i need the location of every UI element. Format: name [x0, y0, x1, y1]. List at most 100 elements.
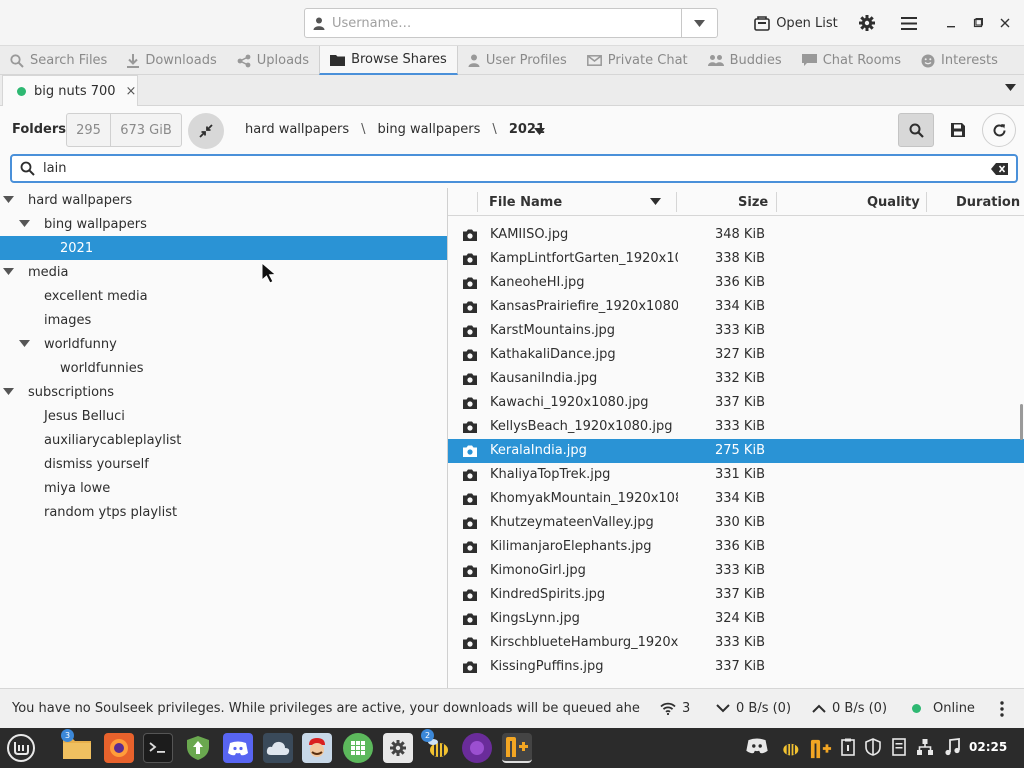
column-header-size[interactable]: Size — [738, 195, 768, 210]
username-combo[interactable] — [304, 8, 718, 38]
file-filter-field[interactable] — [10, 154, 1018, 183]
mint-menu-button[interactable] — [6, 733, 36, 763]
file-row[interactable]: KhutzeymateenValley.jpg 330 KiB — [448, 511, 1024, 535]
collapse-all-button[interactable] — [188, 113, 224, 149]
tree-folder-dismiss-yourself[interactable]: dismiss yourself — [0, 452, 447, 476]
tab-downloads[interactable]: Downloads — [117, 46, 226, 75]
close-window-button[interactable] — [994, 8, 1016, 38]
file-row[interactable]: KathakaliDance.jpg 327 KiB — [448, 343, 1024, 367]
file-row[interactable]: KissingPuffins.jpg 337 KiB — [448, 655, 1024, 679]
refresh-button[interactable] — [982, 113, 1016, 147]
shield-tray-icon[interactable] — [865, 738, 881, 756]
expander-expanded-icon[interactable] — [3, 196, 14, 203]
user-tab-big-nuts-700[interactable]: big nuts 700 × — [2, 75, 138, 106]
tab-user-profiles[interactable]: User Profiles — [458, 46, 577, 75]
file-row[interactable]: KarstMountains.jpg 333 KiB — [448, 319, 1024, 343]
tab-buddies[interactable]: Buddies — [698, 46, 792, 75]
file-list-scrollbar[interactable] — [1020, 404, 1023, 440]
open-list-button[interactable]: Open List — [748, 8, 844, 38]
tab-chat-rooms[interactable]: Chat Rooms — [792, 46, 911, 75]
tabs-menu-button[interactable] — [1005, 84, 1016, 91]
file-row[interactable]: KhomyakMountain_1920x1080.jpg 334 KiB — [448, 487, 1024, 511]
nicotine-app-button[interactable] — [502, 733, 532, 763]
minimize-button[interactable] — [940, 8, 962, 38]
connections-indicator[interactable]: 3 — [660, 701, 690, 716]
tree-folder-auxiliarycableplaylist[interactable]: auxiliarycableplaylist — [0, 428, 447, 452]
breadcrumb-item[interactable]: hard wallpapers — [245, 122, 349, 137]
username-dropdown-button[interactable] — [681, 9, 717, 37]
clear-filter-icon[interactable] — [991, 162, 1008, 175]
file-row[interactable]: KindredSpirits.jpg 337 KiB — [448, 583, 1024, 607]
expander-expanded-icon[interactable] — [19, 220, 30, 227]
file-row[interactable]: KhaliyaTopTrek.jpg 331 KiB — [448, 463, 1024, 487]
download-speed-indicator[interactable]: 0 B/s (0) — [716, 701, 791, 716]
tree-folder-images[interactable]: images — [0, 308, 447, 332]
tab-interests[interactable]: Interests — [911, 46, 1008, 75]
tree-folder-worldfunnies[interactable]: worldfunnies — [0, 356, 447, 380]
column-header-duration[interactable]: Duration — [956, 195, 1020, 210]
sort-descending-icon[interactable] — [650, 198, 661, 205]
toggle-search-button[interactable] — [898, 113, 934, 147]
tree-folder-bing-wallpapers[interactable]: bing wallpapers — [0, 212, 447, 236]
discord-tray-icon[interactable] — [746, 738, 768, 754]
username-field[interactable] — [305, 9, 681, 37]
online-status-indicator[interactable]: Online — [912, 701, 975, 716]
breadcrumb-item[interactable]: bing wallpapers — [378, 122, 481, 137]
game-app-button[interactable] — [302, 733, 332, 763]
file-row-selected[interactable]: KeralaIndia.jpg 275 KiB — [448, 439, 1024, 463]
expander-expanded-icon[interactable] — [19, 340, 30, 347]
file-row[interactable]: Kawachi_1920x1080.jpg 337 KiB — [448, 391, 1024, 415]
purple-app-button[interactable] — [462, 733, 492, 763]
file-row[interactable]: KampLintfortGarten_1920x1080.jpg 338 KiB — [448, 247, 1024, 271]
music-tray-icon[interactable] — [944, 738, 960, 756]
main-menu-button[interactable] — [894, 8, 924, 38]
tree-folder-random-ytps-playlist[interactable]: random ytps playlist — [0, 500, 447, 524]
file-row[interactable]: KAMIISO.jpg 348 KiB — [448, 223, 1024, 247]
tab-browse-shares[interactable]: Browse Shares — [319, 46, 458, 75]
upload-speed-indicator[interactable]: 0 B/s (0) — [812, 701, 887, 716]
tree-folder-hard-wallpapers[interactable]: hard wallpapers — [0, 188, 447, 212]
tree-folder-miya-lowe[interactable]: miya lowe — [0, 476, 447, 500]
file-row[interactable]: KellysBeach_1920x1080.jpg 333 KiB — [448, 415, 1024, 439]
file-row[interactable]: KimonoGirl.jpg 333 KiB — [448, 559, 1024, 583]
expander-expanded-icon[interactable] — [3, 388, 14, 395]
tree-folder-subscriptions[interactable]: subscriptions — [0, 380, 447, 404]
file-row[interactable]: KilimanjaroElephants.jpg 336 KiB — [448, 535, 1024, 559]
calculator-app-button[interactable] — [343, 733, 373, 763]
username-input[interactable] — [332, 15, 652, 31]
preferences-button[interactable] — [852, 8, 882, 38]
close-tab-button[interactable]: × — [126, 84, 137, 99]
file-row[interactable]: KingsLynn.jpg 324 KiB — [448, 607, 1024, 631]
column-header-file-name[interactable]: File Name — [489, 195, 562, 210]
tree-folder-jesus-belluci[interactable]: Jesus Belluci — [0, 404, 447, 428]
tab-private-chat[interactable]: Private Chat — [577, 46, 698, 75]
tree-folder-2021[interactable]: 2021 — [0, 236, 447, 260]
notes-tray-icon[interactable] — [892, 738, 906, 756]
maximize-button[interactable] — [967, 8, 989, 38]
firefox-app-button[interactable] — [104, 733, 134, 763]
clipboard-tray-icon[interactable] — [841, 738, 855, 756]
tab-search-files[interactable]: Search Files — [0, 46, 117, 75]
file-row[interactable]: KansasPrairiefire_1920x1080.jpg 334 KiB — [448, 295, 1024, 319]
file-row[interactable]: KaneoheHI.jpg 336 KiB — [448, 271, 1024, 295]
settings-app-button[interactable] — [383, 733, 413, 763]
nicotine-tray-icon[interactable] — [808, 738, 834, 760]
breadcrumb-dropdown-button[interactable] — [534, 128, 545, 135]
file-row[interactable]: KirschblueteHamburg_1920x1080.jpg 333 Ki… — [448, 631, 1024, 655]
hexchat-tray-icon[interactable] — [779, 738, 801, 758]
file-row[interactable]: KausaniIndia.jpg 332 KiB — [448, 367, 1024, 391]
expander-expanded-icon[interactable] — [3, 268, 14, 275]
status-menu-button[interactable] — [1000, 701, 1004, 717]
file-filter-input[interactable] — [43, 161, 983, 176]
onedrive-app-button[interactable] — [263, 733, 293, 763]
terminal-app-button[interactable] — [143, 733, 173, 763]
tree-folder-media[interactable]: media — [0, 260, 447, 284]
update-manager-button[interactable] — [183, 733, 213, 763]
network-tray-icon[interactable] — [916, 738, 934, 756]
tree-folder-excellent-media[interactable]: excellent media — [0, 284, 447, 308]
column-header-quality[interactable]: Quality — [867, 195, 920, 210]
tab-uploads[interactable]: Uploads — [227, 46, 319, 75]
save-shares-button[interactable] — [940, 113, 976, 147]
discord-app-button[interactable] — [223, 733, 253, 763]
tree-folder-worldfunny[interactable]: worldfunny — [0, 332, 447, 356]
